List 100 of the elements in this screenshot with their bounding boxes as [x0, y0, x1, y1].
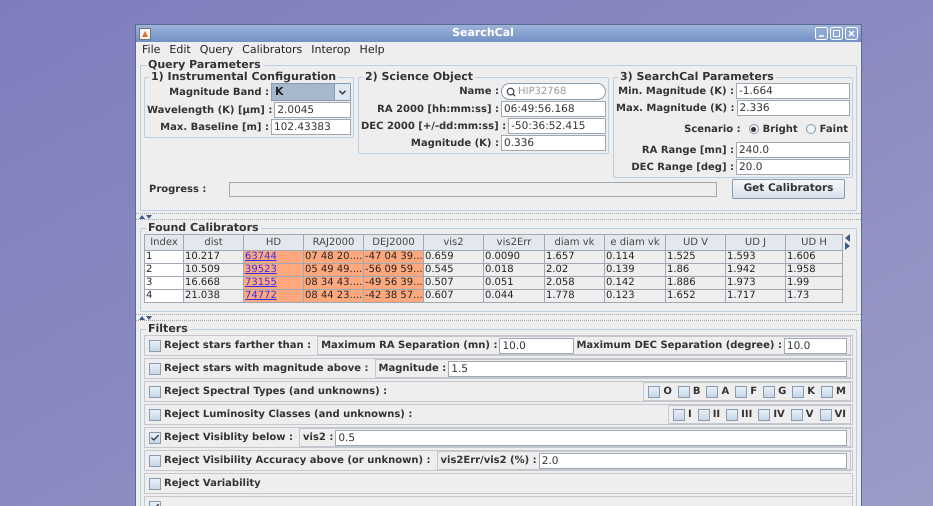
column-header[interactable]: vis2 — [424, 234, 484, 250]
column-header[interactable]: vis2Err — [484, 234, 544, 250]
option-label: G — [778, 385, 786, 399]
filter-label[interactable]: Reject Spectral Types (and unknowns) : — [164, 384, 388, 399]
text-field[interactable]: -1.664 — [736, 83, 850, 99]
down-arrow-icon[interactable] — [146, 316, 152, 320]
checkbox[interactable] — [821, 386, 834, 398]
column-header[interactable]: UD H — [786, 234, 842, 250]
field-label: Maximum DEC Separation (degree) : — [576, 339, 782, 353]
text-field[interactable]: 240.0 — [736, 142, 850, 158]
table-cell: -56 09 59... — [364, 264, 424, 276]
panel-title: 3) SearchCal Parameters — [619, 71, 775, 83]
filter-label[interactable]: Reject Visibility Accuracy above (or unknown) : — [164, 453, 430, 468]
text-field[interactable]: 0.336 — [501, 135, 606, 151]
filter-label[interactable]: Reject Visiblity below : — [164, 430, 294, 445]
option-label: III — [741, 408, 752, 422]
column-header[interactable]: e diam vk — [604, 234, 666, 250]
checkbox[interactable] — [698, 408, 710, 420]
table-cell: 0.507 — [424, 276, 484, 290]
text-field[interactable]: 0.5 — [335, 430, 847, 446]
text-field[interactable]: 2.336 — [736, 100, 850, 116]
text-field[interactable]: 20.0 — [736, 159, 850, 175]
column-header[interactable]: Index — [144, 234, 184, 250]
checkbox[interactable] — [648, 386, 660, 398]
table-cell: -42 38 57... — [364, 290, 424, 302]
checkbox[interactable] — [735, 386, 748, 398]
table-cell: 1.886 — [666, 276, 726, 290]
menu-item[interactable]: Calibrators — [238, 42, 306, 59]
checkbox[interactable] — [149, 432, 161, 444]
filter-label[interactable]: Reject stars with magnitude above : — [164, 361, 369, 376]
column-header[interactable]: UD J — [726, 234, 786, 250]
table-cell: 4 — [144, 290, 184, 302]
up-arrow-icon[interactable] — [139, 214, 145, 218]
checkbox[interactable] — [149, 386, 161, 398]
up-arrow-icon[interactable] — [139, 316, 145, 320]
checkbox[interactable] — [790, 408, 803, 420]
checkbox[interactable] — [149, 362, 161, 374]
table-cell: 1.593 — [726, 250, 786, 264]
table-cell: 1.778 — [544, 290, 604, 302]
close-icon[interactable] — [845, 27, 858, 40]
minimize-icon[interactable] — [815, 27, 828, 40]
text-field[interactable]: 10.0 — [499, 338, 574, 354]
menu-item[interactable]: Query — [196, 42, 238, 59]
menu-item[interactable]: Edit — [165, 42, 195, 59]
text-field[interactable]: 10.0 — [784, 338, 847, 354]
text-field[interactable]: 06:49:56.168 — [501, 101, 606, 117]
menu-item[interactable]: File — [138, 42, 164, 59]
table-cell: 08 34 43.... — [304, 276, 364, 290]
checkbox[interactable] — [726, 408, 738, 420]
right-arrow-icon[interactable] — [845, 242, 850, 250]
column-header[interactable]: HD — [244, 234, 304, 250]
radio-button[interactable]: Bright — [748, 122, 798, 136]
get-calibrators-button[interactable]: Get Calibrators — [732, 179, 845, 199]
column-header[interactable]: dist — [184, 234, 244, 250]
field-label: Maximum RA Separation (mn) : — [321, 339, 498, 353]
checkbox[interactable] — [149, 454, 161, 466]
checkbox[interactable] — [758, 408, 770, 420]
table-cell: 1.657 — [544, 250, 604, 264]
text-field[interactable]: 1.5 — [448, 360, 847, 376]
checkbox[interactable] — [672, 408, 685, 420]
band-dropdown[interactable]: K — [271, 83, 351, 101]
table-cell: 0.139 — [604, 264, 666, 276]
checkbox[interactable] — [678, 386, 690, 398]
maximize-icon[interactable] — [830, 27, 843, 40]
text-field[interactable]: -50:36:52.415 — [508, 118, 606, 134]
table-cell: 1.717 — [726, 290, 786, 302]
table-cell: 05 49 49.... — [304, 264, 364, 276]
table-cell: 1.942 — [726, 264, 786, 276]
down-arrow-icon[interactable] — [146, 214, 152, 218]
text-field[interactable]: 102.43383 — [271, 119, 351, 135]
table-cell[interactable]: 39523 — [244, 264, 304, 276]
checkbox[interactable] — [792, 386, 804, 398]
column-header[interactable]: RAJ2000 — [304, 234, 364, 250]
table-cell[interactable]: 63744 — [244, 250, 304, 264]
table-cell[interactable]: 73155 — [244, 276, 304, 290]
table-cell: 0.607 — [424, 290, 484, 302]
column-header[interactable]: diam vk — [544, 234, 604, 250]
text-field[interactable]: 2.0045 — [274, 102, 351, 118]
checkbox[interactable] — [820, 408, 832, 420]
radio-button[interactable]: Faint — [806, 122, 848, 136]
column-header[interactable]: UD V — [666, 234, 726, 250]
checkbox[interactable] — [149, 340, 161, 352]
filter-label[interactable]: Reject stars farther than : — [164, 338, 312, 353]
filter-label[interactable]: Reject Variability — [164, 476, 261, 491]
filter-label[interactable]: Reject Luminosity Classes (and unknowns) : — [164, 407, 412, 422]
checkbox[interactable] — [706, 386, 718, 398]
table-cell: 1.652 — [666, 290, 726, 302]
field-label: Wavelength (K) [µm] : — [147, 104, 272, 118]
option-label: II — [712, 408, 720, 422]
left-arrow-icon[interactable] — [845, 234, 850, 242]
menu-item[interactable]: Interop — [307, 42, 355, 59]
checkbox[interactable] — [763, 386, 776, 398]
text-field[interactable]: 2.0 — [538, 452, 847, 468]
table-cell: 10.217 — [184, 250, 244, 264]
menu-item[interactable]: Help — [356, 42, 389, 59]
table-cell: -49 56 39... — [364, 276, 424, 290]
checkbox[interactable] — [149, 408, 161, 420]
checkbox[interactable] — [149, 478, 161, 490]
column-header[interactable]: DEJ2000 — [364, 234, 424, 250]
table-cell[interactable]: 74772 — [244, 290, 304, 302]
